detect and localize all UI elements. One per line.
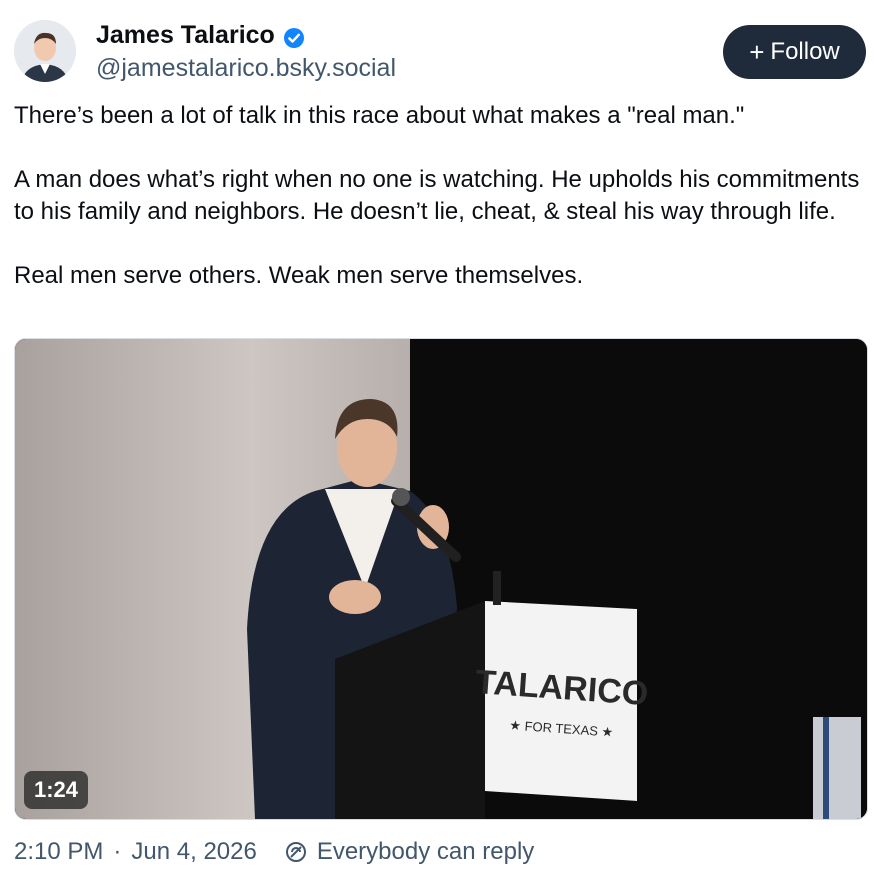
follow-button[interactable]: + Follow [723,25,866,79]
verified-badge-icon [283,24,305,48]
author-handle[interactable]: @jamestalarico.bsky.social [96,52,396,84]
video-thumbnail: TALARICO ★ FOR TEXAS ★ [15,339,867,819]
follow-button-label: Follow [770,38,840,65]
post-paragraph: Real men serve others. Weak men serve th… [14,262,584,289]
reply-setting-label[interactable]: Everybody can reply [317,838,534,866]
post-paragraph: A man does what’s right when no one is w… [14,166,867,225]
post-text: There’s been a lot of talk in this race … [14,100,864,292]
reply-permission-icon [285,841,307,863]
meta-separator: · [113,838,122,865]
video-duration: 1:24 [24,771,89,809]
plus-icon: + [749,37,765,67]
post-date[interactable]: Jun 4, 2026 [131,838,256,866]
post-paragraph: There’s been a lot of talk in this race … [14,102,745,129]
post-time[interactable]: 2:10 PM [14,838,103,866]
author-name[interactable]: James Talarico [96,18,305,52]
author-avatar[interactable] [14,20,76,82]
post-meta: 2:10 PM · Jun 4, 2026 Everybody can repl… [14,838,534,866]
author-name-text[interactable]: James Talarico [96,18,275,52]
video-player[interactable]: TALARICO ★ FOR TEXAS ★ 1:24 [14,338,868,820]
